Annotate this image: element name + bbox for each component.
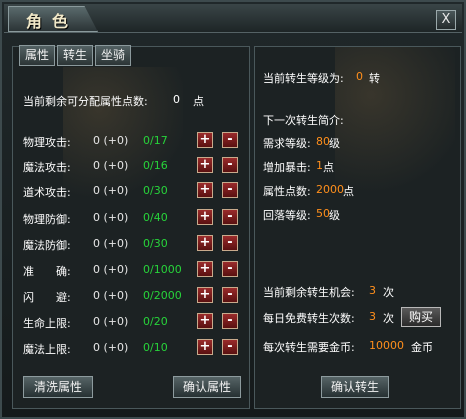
attribute-progress: 0/30 bbox=[143, 237, 168, 250]
attribute-label: 物理防御: bbox=[23, 213, 71, 226]
rebirth-chances-label: 当前剩余转生机会: bbox=[263, 286, 355, 299]
attribute-progress: 0/40 bbox=[143, 211, 168, 224]
confirm-rebirth-button[interactable]: 确认转生 bbox=[321, 376, 389, 398]
crit-label: 增加暴击: bbox=[263, 161, 311, 174]
next-rebirth-title: 下一次转生简介: bbox=[263, 114, 344, 127]
gold-cost-unit: 金币 bbox=[411, 341, 433, 354]
attribute-progress: 0/20 bbox=[143, 315, 168, 328]
attribute-label: 闪 避: bbox=[23, 291, 71, 304]
free-rebirth-value: 3 bbox=[369, 310, 376, 323]
attribute-label: 物理攻击: bbox=[23, 136, 71, 149]
attribute-label: 道术攻击: bbox=[23, 186, 71, 199]
plus-button[interactable]: + bbox=[197, 261, 213, 277]
minus-button[interactable]: - bbox=[222, 157, 238, 173]
attribute-value: 0 (+0) bbox=[93, 237, 129, 250]
rebirth-panel: 当前转生等级为: 0 转 下一次转生简介: 需求等级: 80 级 增加暴击: 1… bbox=[254, 46, 461, 409]
attribute-progress: 0/10 bbox=[143, 341, 168, 354]
minus-button[interactable]: - bbox=[222, 235, 238, 251]
drop-level-unit: 级 bbox=[329, 209, 340, 222]
rebirth-level-value: 0 bbox=[356, 70, 363, 83]
attribute-panel: 属性 转生 坐骑 当前剩余可分配属性点数: 0 点 物理攻击: 0 (+0) 0… bbox=[12, 45, 250, 409]
clear-attributes-button[interactable]: 清洗属性 bbox=[23, 376, 93, 398]
attribute-value: 0 (+0) bbox=[93, 341, 129, 354]
character-window: 角色 X 属性 转生 坐骑 当前剩余可分配属性点数: 0 点 物理攻击: 0 (… bbox=[0, 0, 466, 419]
minus-button[interactable]: - bbox=[222, 339, 238, 355]
plus-button[interactable]: + bbox=[197, 132, 213, 148]
attribute-value: 0 (+0) bbox=[93, 315, 129, 328]
attribute-label: 魔法攻击: bbox=[23, 161, 71, 174]
attribute-progress: 0/17 bbox=[143, 134, 168, 147]
minus-button[interactable]: - bbox=[222, 132, 238, 148]
attribute-progress: 0/1000 bbox=[143, 263, 182, 276]
free-rebirth-unit: 次 bbox=[383, 312, 394, 325]
remaining-points-unit: 点 bbox=[193, 95, 204, 108]
tab-rebirth[interactable]: 转生 bbox=[57, 45, 93, 66]
drop-level-label: 回落等级: bbox=[263, 209, 311, 222]
plus-button[interactable]: + bbox=[197, 313, 213, 329]
plus-button[interactable]: + bbox=[197, 287, 213, 303]
required-level-unit: 级 bbox=[329, 137, 340, 150]
attribute-value: 0 (+0) bbox=[93, 263, 129, 276]
rebirth-chances-unit: 次 bbox=[383, 286, 394, 299]
minus-button[interactable]: - bbox=[222, 313, 238, 329]
minus-button[interactable]: - bbox=[222, 182, 238, 198]
title-bar[interactable]: 角色 X bbox=[4, 4, 462, 33]
attribute-value: 0 (+0) bbox=[93, 159, 129, 172]
attribute-value: 0 (+0) bbox=[93, 184, 129, 197]
minus-button[interactable]: - bbox=[222, 287, 238, 303]
attribute-points-label: 属性点数: bbox=[263, 185, 311, 198]
attribute-label: 准 确: bbox=[23, 265, 71, 278]
attribute-progress: 0/30 bbox=[143, 184, 168, 197]
plus-button[interactable]: + bbox=[197, 339, 213, 355]
confirm-attributes-button[interactable]: 确认属性 bbox=[173, 376, 241, 398]
window-title: 角色 bbox=[26, 12, 79, 31]
attribute-label: 魔法上限: bbox=[23, 343, 71, 356]
tab-attributes[interactable]: 属性 bbox=[19, 45, 55, 66]
attribute-progress: 0/16 bbox=[143, 159, 168, 172]
plus-button[interactable]: + bbox=[197, 209, 213, 225]
plus-button[interactable]: + bbox=[197, 235, 213, 251]
buy-button[interactable]: 购买 bbox=[401, 307, 441, 327]
close-button[interactable]: X bbox=[436, 10, 456, 30]
crit-unit: 点 bbox=[323, 161, 334, 174]
required-level-label: 需求等级: bbox=[263, 137, 311, 150]
minus-button[interactable]: - bbox=[222, 209, 238, 225]
attribute-label: 生命上限: bbox=[23, 317, 71, 330]
required-level-value: 80 bbox=[316, 135, 330, 148]
remaining-points-label: 当前剩余可分配属性点数: bbox=[23, 95, 148, 108]
rebirth-chances-value: 3 bbox=[369, 284, 376, 297]
rebirth-level-label: 当前转生等级为: bbox=[263, 72, 344, 85]
attribute-progress: 0/2000 bbox=[143, 289, 182, 302]
free-rebirth-label: 每日免费转生次数: bbox=[263, 312, 355, 325]
gold-cost-label: 每次转生需要金币: bbox=[263, 341, 355, 354]
tab-mount[interactable]: 坐骑 bbox=[95, 45, 131, 66]
attribute-label: 魔法防御: bbox=[23, 239, 71, 252]
gold-cost-value: 10000 bbox=[369, 339, 404, 352]
rebirth-level-unit: 转 bbox=[369, 72, 380, 85]
minus-button[interactable]: - bbox=[222, 261, 238, 277]
attribute-points-value: 2000 bbox=[316, 183, 344, 196]
attribute-value: 0 (+0) bbox=[93, 134, 129, 147]
attribute-value: 0 (+0) bbox=[93, 289, 129, 302]
crit-value: 1 bbox=[316, 159, 323, 172]
attribute-value: 0 (+0) bbox=[93, 211, 129, 224]
plus-button[interactable]: + bbox=[197, 182, 213, 198]
remaining-points-value: 0 bbox=[173, 93, 180, 106]
plus-button[interactable]: + bbox=[197, 157, 213, 173]
attribute-points-unit: 点 bbox=[343, 185, 354, 198]
drop-level-value: 50 bbox=[316, 207, 330, 220]
